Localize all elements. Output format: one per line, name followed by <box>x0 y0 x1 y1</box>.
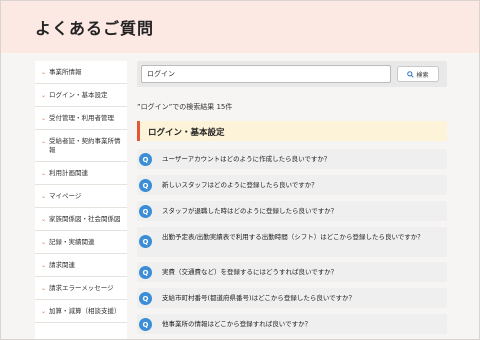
sidebar-item-records[interactable]: ⌄ 記録・実績関連 <box>35 231 127 254</box>
page-header: よくあるご質問 <box>1 1 479 53</box>
sidebar-item-usage-plan[interactable]: ⌄ 利用計画関連 <box>35 162 127 185</box>
result-count: ”ログイン”での検索結果 15件 <box>137 103 233 111</box>
question-icon: Q <box>139 292 152 305</box>
faq-item[interactable]: Q 支給市町村番号(都道府県番号)はどこから登録したら良いですか？ <box>137 288 447 308</box>
page-frame: よくあるご質問 ⌄ 事業所情報 ⌄ ログイン・基本設定 ⌄ 受付管理・利用者管理 ⌄ 受… <box>0 0 480 340</box>
question-icon: Q <box>139 266 152 279</box>
sidebar-item-family-diagram[interactable]: ⌄ 家族関係図・社会関係図 <box>35 208 127 231</box>
sidebar-item-label: 家族関係図・社会関係図 <box>49 215 121 223</box>
chevron-down-icon: ⌄ <box>41 216 47 223</box>
faq-question: スタッフが退職した時はどのように登録したら良いですか？ <box>162 207 338 215</box>
sidebar-item-additions[interactable]: ⌄ 加算・減算（相談支援） <box>35 300 127 323</box>
sidebar-item-label: ログイン・基本設定 <box>49 91 108 99</box>
sidebar-item-login-settings[interactable]: ⌄ ログイン・基本設定 <box>35 84 127 107</box>
faq-question: 新しいスタッフはどのように登録したら良いですか？ <box>162 181 318 189</box>
search-input[interactable] <box>141 65 391 83</box>
sidebar-item-certificate-contract[interactable]: ⌄ 受給者証・契約事業所情報 <box>35 130 127 162</box>
sidebar-item-label: 利用計画関連 <box>49 169 88 177</box>
faq-item[interactable]: Q 出勤予定表/出勤実績表で利用する出勤時間（シフト）はどこから登録したら良いで… <box>137 227 447 257</box>
question-icon: Q <box>139 153 152 166</box>
search-button[interactable]: 検索 <box>397 66 439 82</box>
sidebar-item-label: マイページ <box>49 192 82 200</box>
faq-question: 他事業所の情報はどこから登録すれば良いですか？ <box>162 320 312 328</box>
sidebar-item-label: 受付管理・利用者管理 <box>49 114 114 122</box>
search-button-label: 検索 <box>416 71 429 79</box>
main-content: 検索 ”ログイン”での検索結果 15件 ログイン・基本設定 Q ユーザーアカウン… <box>137 61 447 339</box>
faq-item[interactable]: Q ユーザーアカウントはどのように作成したら良いですか？ <box>137 149 447 169</box>
faq-question: ユーザーアカウントはどのように作成したら良いですか？ <box>162 155 331 163</box>
chevron-down-icon: ⌄ <box>41 262 47 269</box>
chevron-down-icon: ⌄ <box>41 92 47 99</box>
question-icon: Q <box>139 235 152 248</box>
faq-question: 出勤予定表/出勤実績表で利用する出勤時間（シフト）はどこから登録したら良いですか… <box>162 233 424 241</box>
sidebar-item-billing[interactable]: ⌄ 請求関連 <box>35 254 127 277</box>
sidebar-item-label: 事業所情報 <box>49 68 82 76</box>
sidebar-item-office-info[interactable]: ⌄ 事業所情報 <box>35 61 127 84</box>
chevron-down-icon: ⌄ <box>41 193 47 200</box>
sidebar-item-reception-users[interactable]: ⌄ 受付管理・利用者管理 <box>35 107 127 130</box>
sidebar-item-label: 請求関連 <box>49 261 75 269</box>
sidebar-item-label: 記録・実績関連 <box>49 238 95 246</box>
faq-item[interactable]: Q 実費（交通費など）を登録するにはどうすれば良いですか？ <box>137 262 447 282</box>
faq-question: 実費（交通費など）を登録するにはどうすれば良いですか？ <box>162 268 338 276</box>
chevron-down-icon: ⌄ <box>41 285 47 292</box>
faq-item[interactable]: Q スタッフが退職した時はどのように登録したら良いですか？ <box>137 201 447 221</box>
question-icon: Q <box>139 205 152 218</box>
search-icon <box>407 70 415 78</box>
sidebar: ⌄ 事業所情報 ⌄ ログイン・基本設定 ⌄ 受付管理・利用者管理 ⌄ 受給者証・契約事業… <box>35 61 127 339</box>
page-title: よくあるご質問 <box>35 19 155 38</box>
chevron-down-icon: ⌄ <box>41 170 47 177</box>
section-heading: ログイン・基本設定 <box>137 121 447 141</box>
sidebar-item-mypage[interactable]: ⌄ マイページ <box>35 185 127 208</box>
question-icon: Q <box>139 318 152 331</box>
sidebar-item-label: 加算・減算（相談支援） <box>49 307 121 315</box>
question-icon: Q <box>139 179 152 192</box>
faq-item[interactable]: Q 他事業所の情報はどこから登録すれば良いですか？ <box>137 314 447 334</box>
sidebar-item-label: 請求エラーメッセージ <box>49 284 114 292</box>
sidebar-item-billing-errors[interactable]: ⌄ 請求エラーメッセージ <box>35 277 127 300</box>
chevron-down-icon: ⌄ <box>41 138 47 145</box>
faq-item[interactable]: Q 新しいスタッフはどのように登録したら良いですか？ <box>137 175 447 195</box>
chevron-down-icon: ⌄ <box>41 308 47 315</box>
chevron-down-icon: ⌄ <box>41 239 47 246</box>
search-bar: 検索 <box>137 61 447 87</box>
sidebar-item-label: 受給者証・契約事業所情報 <box>49 137 121 154</box>
chevron-down-icon: ⌄ <box>41 69 47 76</box>
section-title: ログイン・基本設定 <box>148 128 225 138</box>
faq-question: 支給市町村番号(都道府県番号)はどこから登録したら良いですか？ <box>162 294 356 302</box>
chevron-down-icon: ⌄ <box>41 115 47 122</box>
